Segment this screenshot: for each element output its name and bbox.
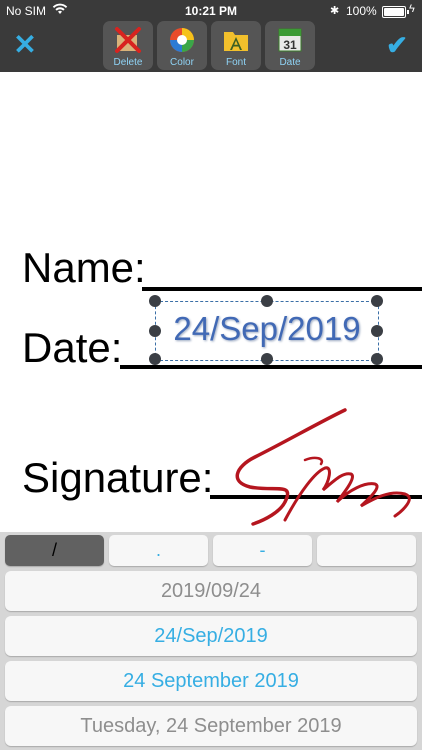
color-tool-label: Color <box>170 57 194 68</box>
format-option-long-month[interactable]: 24 September 2019 <box>5 661 417 701</box>
name-line <box>142 287 422 291</box>
separator-dash-button[interactable]: - <box>213 535 312 566</box>
color-wheel-icon <box>168 26 196 54</box>
resize-handle[interactable] <box>371 353 383 365</box>
done-checkmark-button[interactable]: ✔ <box>384 32 410 58</box>
resize-handle[interactable] <box>371 325 383 337</box>
resize-handle[interactable] <box>261 295 273 307</box>
status-bar: No SIM 10:21 PM ✱ 100% ϟ <box>0 0 422 22</box>
date-tool-button[interactable]: 31 Date <box>265 21 315 70</box>
separator-space-button[interactable] <box>317 535 416 566</box>
delete-tool-button[interactable]: Delete <box>103 21 153 70</box>
separator-slash-button[interactable]: / <box>5 535 104 566</box>
font-tool-label: Font <box>225 57 246 68</box>
signature-label: Signature: <box>22 454 214 501</box>
name-label: Name: <box>22 244 146 291</box>
resize-handle[interactable] <box>371 295 383 307</box>
signature-drawing <box>235 408 411 526</box>
delete-tool-label: Delete <box>113 57 143 68</box>
color-tool-button[interactable]: Color <box>157 21 207 70</box>
format-option-numeric[interactable]: 2019/09/24 <box>5 571 417 611</box>
delete-x-icon <box>114 26 142 54</box>
font-tool-button[interactable]: Font <box>211 21 261 70</box>
date-stamp-text: 24/Sep/2019 <box>173 310 361 347</box>
format-option-weekday[interactable]: Tuesday, 24 September 2019 <box>5 706 417 746</box>
separator-dot-button[interactable]: . <box>109 535 208 566</box>
bluetooth-icon: ✱ <box>330 5 340 17</box>
date-line <box>120 365 422 369</box>
font-folder-icon <box>222 26 250 54</box>
resize-handle[interactable] <box>149 295 161 307</box>
top-toolbar: No SIM 10:21 PM ✱ 100% ϟ ✕ Delete Color … <box>0 0 422 72</box>
date-label: Date: <box>22 324 123 371</box>
charging-icon: ϟ <box>409 3 415 15</box>
calendar-icon: 31 <box>276 26 304 54</box>
resize-handle[interactable] <box>261 353 273 365</box>
date-stamp-box[interactable]: 24/Sep/2019 <box>149 295 383 365</box>
format-option-short-month[interactable]: 24/Sep/2019 <box>5 616 417 656</box>
resize-handle[interactable] <box>149 325 161 337</box>
battery-icon <box>382 6 409 18</box>
close-button[interactable]: ✕ <box>12 31 38 59</box>
date-tool-label: Date <box>279 57 301 68</box>
document-canvas[interactable]: Name: Date: 24/Sep/2019 Signature: <box>0 72 422 532</box>
date-format-panel: / . - 2019/09/24 24/Sep/2019 24 Septembe… <box>0 532 422 750</box>
calendar-day: 31 <box>283 38 297 52</box>
resize-handle[interactable] <box>149 353 161 365</box>
battery-percent: 100% <box>346 4 377 18</box>
